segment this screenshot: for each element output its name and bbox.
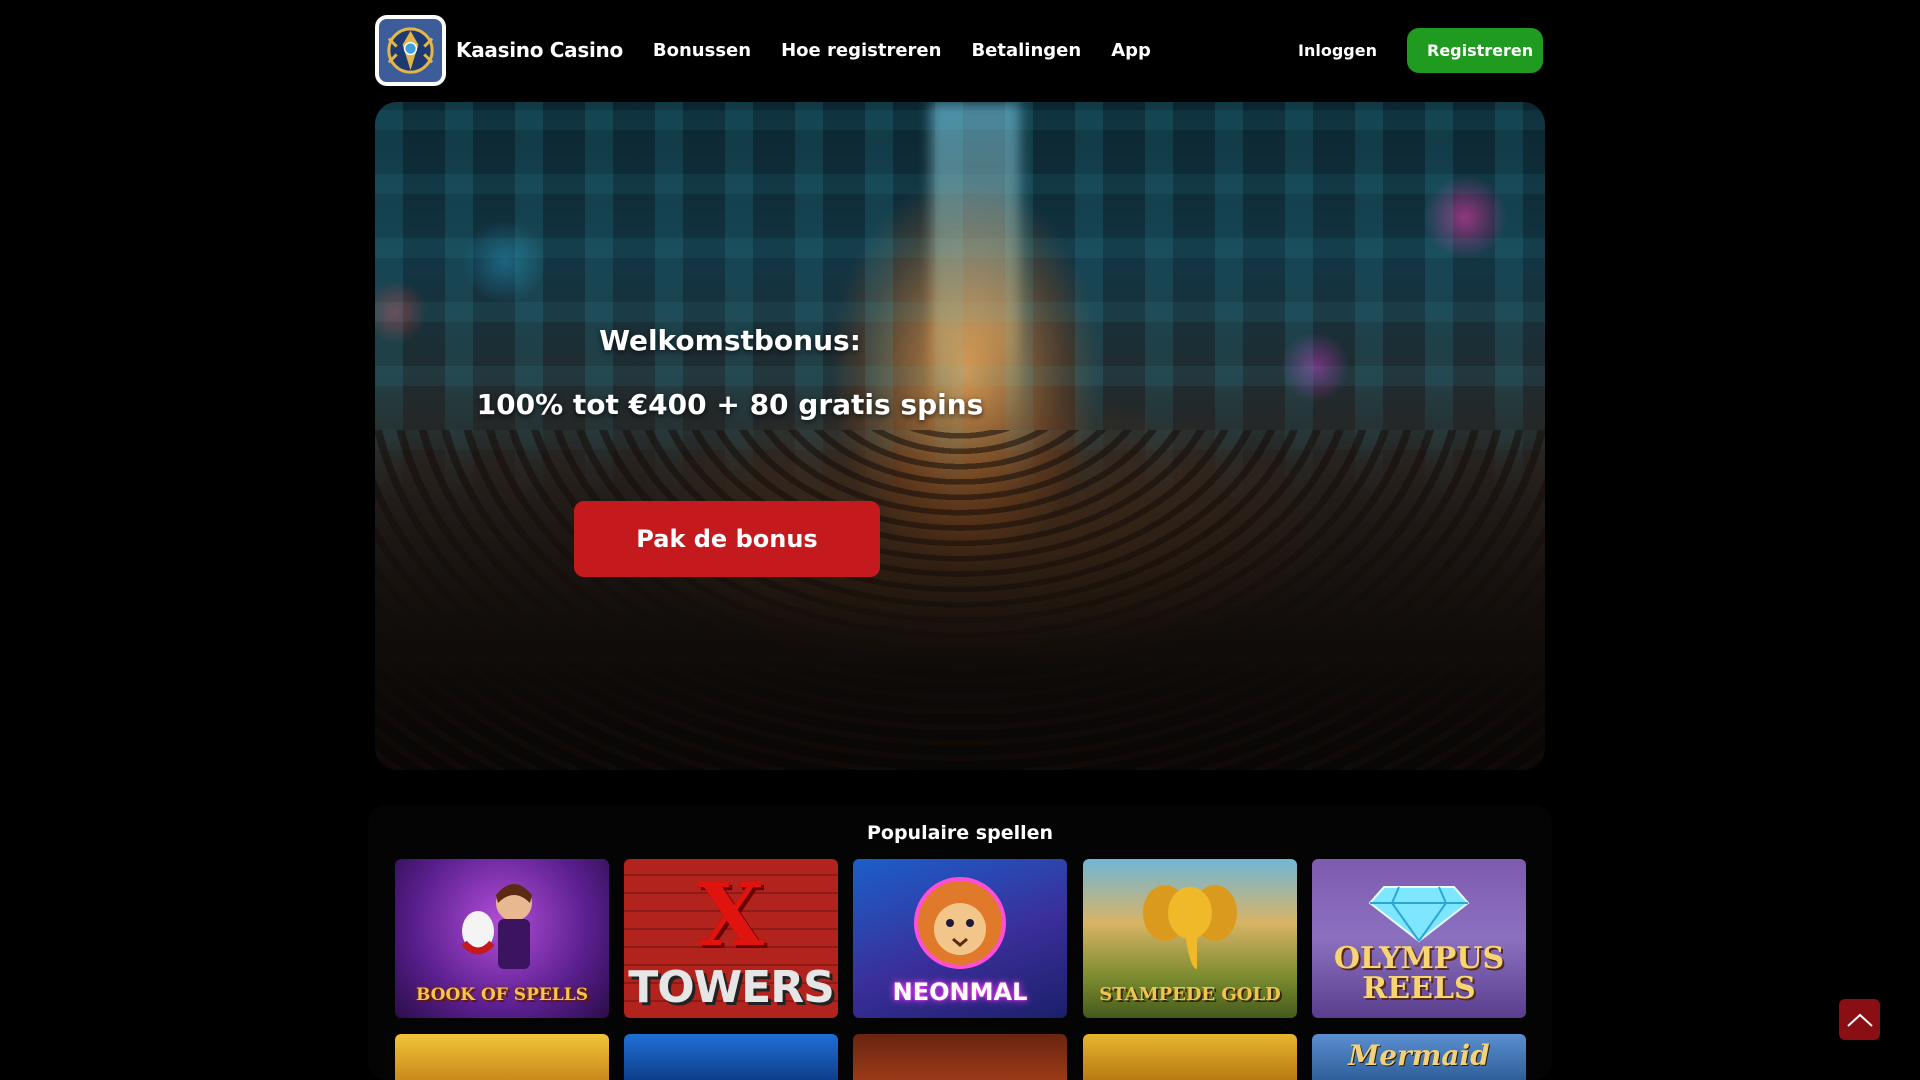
back-to-top-button[interactable] (1839, 999, 1880, 1040)
games-section-title: Populaire spellen (866, 822, 1054, 844)
game-tile-neonmal[interactable]: NEONMAL (853, 859, 1067, 1018)
game-tile-book-of-spells[interactable]: BOOK OF SPELLS (395, 859, 609, 1018)
login-link[interactable]: Inloggen (1298, 41, 1377, 60)
game-tile-row2-3[interactable] (853, 1034, 1067, 1080)
game-tile-label: STAMPEDE GOLD (1099, 984, 1281, 1005)
hero-background-crowd (375, 430, 1545, 770)
nav-item-betalingen[interactable]: Betalingen (971, 40, 1081, 61)
wizard-character-icon (461, 884, 532, 969)
hero-title: Welkomstbonus: (599, 324, 861, 357)
golden-elephant-icon (1143, 885, 1237, 969)
nav-item-bonussen[interactable]: Bonussen (653, 40, 751, 61)
game-tile-label: BOOK OF SPELLS (416, 985, 588, 1005)
game-tile-row2-1[interactable] (395, 1034, 609, 1080)
game-tile-mark: X (697, 865, 765, 966)
claim-bonus-button[interactable]: Pak de bonus (574, 501, 880, 577)
register-button[interactable]: Registreren (1407, 27, 1543, 73)
lion-head-icon (914, 877, 1006, 969)
game-tile-row2-4[interactable] (1083, 1034, 1297, 1080)
game-tile-label: Mermaid (1348, 1039, 1490, 1072)
chevron-up-icon (1846, 1013, 1873, 1027)
nav-item-hoe-registreren[interactable]: Hoe registreren (781, 40, 941, 61)
main-nav: Bonussen Hoe registreren Betalingen App (653, 40, 1151, 61)
logo-crest-icon[interactable] (375, 14, 446, 86)
game-tile-label: OLYMPUS REELS (1333, 941, 1505, 1006)
game-tile-row2-2[interactable] (624, 1034, 838, 1080)
game-tile-label: TOWERS (628, 962, 835, 1013)
game-tile-stampede-gold[interactable]: STAMPEDE GOLD (1083, 859, 1297, 1018)
site-header: Kaasino Casino Bonussen Hoe registreren … (375, 14, 1543, 86)
game-tile-x-towers[interactable]: X TOWERS (624, 859, 838, 1018)
diamond-icon (1368, 886, 1470, 943)
brand-name[interactable]: Kaasino Casino (456, 38, 623, 62)
header-actions: Inloggen Registreren (1298, 27, 1543, 73)
game-tile-label: NEONMAL (892, 978, 1028, 1006)
hero-light-beam (930, 102, 1020, 432)
hero-offer: 100% tot €400 + 80 gratis spins (476, 388, 984, 421)
game-tile-mermaid[interactable]: Mermaid (1312, 1034, 1526, 1080)
nav-item-app[interactable]: App (1111, 40, 1151, 61)
hero-banner: Welkomstbonus: 100% tot €400 + 80 gratis… (375, 102, 1545, 770)
game-tile-olympus-reels[interactable]: OLYMPUS REELS (1312, 859, 1526, 1018)
